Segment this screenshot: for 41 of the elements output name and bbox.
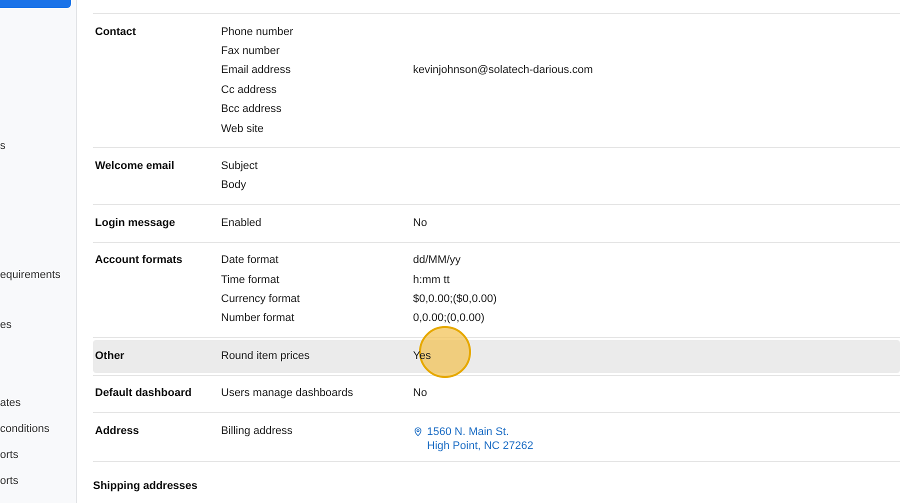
- sidebar-item[interactable]: es: [0, 319, 76, 331]
- field-label: Body: [221, 178, 248, 194]
- field-label: Enabled: [221, 216, 262, 231]
- field-label: Date format: [221, 253, 280, 268]
- field-label: Fax number: [221, 44, 281, 59]
- sidebar-item[interactable]: orts: [0, 449, 76, 461]
- address-link[interactable]: 1560 N. Main St. High Point, NC 27262: [413, 422, 534, 453]
- sidebar-item[interactable]: equirements: [0, 269, 76, 281]
- field-label: Currency format: [221, 292, 301, 307]
- sidebar-item[interactable]: conditions: [0, 423, 76, 435]
- field-label: Billing address: [221, 424, 294, 439]
- field-value: kevinjohnson@solatech-darious.com: [413, 63, 593, 78]
- field-label: Email address: [221, 63, 292, 78]
- section-heading: Shipping addresses: [93, 479, 198, 494]
- field-label: Phone number: [221, 24, 294, 40]
- field-label: Subject: [221, 158, 259, 174]
- sidebar-item[interactable]: orts: [0, 475, 76, 487]
- section-title: Account formats: [95, 253, 184, 268]
- field-value: No: [413, 216, 428, 231]
- field-label: Number format: [221, 311, 296, 326]
- field-label: Bcc address: [221, 102, 283, 118]
- section-title: Other: [95, 348, 126, 364]
- field-label: Users manage dashboards: [221, 386, 354, 402]
- field-label: Web site: [221, 122, 265, 137]
- field-value: h:mm tt: [413, 272, 450, 288]
- field-label: Time format: [221, 272, 280, 288]
- field-label: Cc address: [221, 82, 278, 98]
- section-title: Contact: [95, 24, 137, 40]
- field-value: dd/MM/yy: [413, 253, 461, 268]
- section-title: Login message: [95, 216, 176, 231]
- section-title: Welcome email: [95, 158, 176, 174]
- field-value: $0,0.00;($0,0.00): [413, 292, 497, 307]
- section-title: Address: [95, 424, 140, 439]
- sidebar-item[interactable]: ates: [0, 397, 76, 409]
- sidebar-item[interactable]: [0, 0, 71, 8]
- field-value: 0,0.00;(0,0.00): [413, 311, 485, 326]
- field-label: Round item prices: [221, 348, 311, 364]
- section-title: Default dashboard: [95, 386, 193, 402]
- field-value: No: [413, 386, 428, 402]
- sidebar-item[interactable]: s: [0, 140, 76, 152]
- map-pin-icon: [413, 426, 423, 437]
